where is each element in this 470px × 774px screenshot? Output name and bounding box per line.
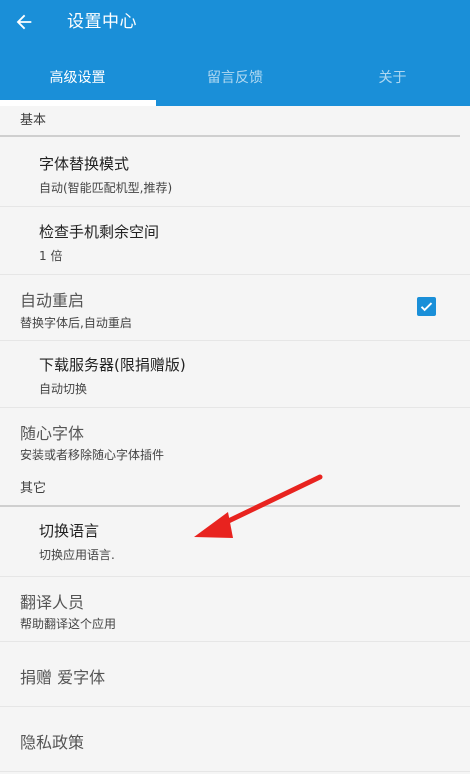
tab-advanced-settings[interactable]: 高级设置 — [0, 58, 155, 106]
setting-auto-reboot[interactable]: 自动重启 替换字体后,自动重启 — [0, 275, 470, 341]
setting-title: 切换语言 — [39, 522, 100, 540]
section-header-basic: 基本 — [0, 106, 460, 137]
app-bar: 设置中心 高级设置 留言反馈 关于 — [0, 0, 470, 106]
page-title: 设置中心 — [67, 12, 137, 32]
arrow-left-icon — [16, 14, 32, 30]
setting-subtitle: 替换字体后,自动重启 — [20, 316, 132, 330]
auto-reboot-checkbox[interactable] — [417, 297, 436, 316]
setting-donate[interactable]: 捐赠 爱字体 — [0, 642, 470, 707]
setting-subtitle: 帮助翻译这个应用 — [20, 617, 117, 631]
settings-list: 基本 字体替换模式 自动(智能匹配机型,推荐) 检查手机剩余空间 1 倍 自动重… — [0, 106, 470, 772]
setting-subtitle: 切换应用语言. — [39, 548, 115, 562]
setting-title: 字体替换模式 — [39, 155, 130, 173]
setting-title: 随心字体 — [20, 424, 85, 443]
setting-download-server[interactable]: 下载服务器(限捐赠版) 自动切换 — [0, 341, 470, 408]
setting-title: 下载服务器(限捐赠版) — [39, 356, 186, 374]
setting-subtitle: 自动切换 — [39, 382, 88, 396]
tab-feedback[interactable]: 留言反馈 — [155, 58, 315, 106]
check-icon — [420, 302, 433, 312]
back-button[interactable] — [10, 8, 38, 36]
setting-random-font[interactable]: 随心字体 安装或者移除随心字体插件 — [0, 408, 470, 474]
setting-title: 自动重启 — [20, 291, 85, 310]
setting-privacy-policy[interactable]: 隐私政策 — [0, 707, 470, 772]
setting-check-storage[interactable]: 检查手机剩余空间 1 倍 — [0, 207, 470, 275]
setting-subtitle: 自动(智能匹配机型,推荐) — [39, 181, 173, 195]
section-header-other: 其它 — [0, 474, 460, 507]
setting-title: 隐私政策 — [20, 733, 85, 752]
setting-title: 捐赠 爱字体 — [20, 668, 106, 687]
setting-subtitle: 安装或者移除随心字体插件 — [20, 448, 165, 462]
tab-bar: 高级设置 留言反馈 关于 — [0, 58, 470, 106]
setting-translators[interactable]: 翻译人员 帮助翻译这个应用 — [0, 577, 470, 642]
setting-font-replace-mode[interactable]: 字体替换模式 自动(智能匹配机型,推荐) — [0, 137, 470, 207]
setting-title: 翻译人员 — [20, 593, 85, 612]
setting-subtitle: 1 倍 — [39, 249, 63, 263]
tab-about[interactable]: 关于 — [315, 58, 470, 106]
setting-switch-language[interactable]: 切换语言 切换应用语言. — [0, 507, 470, 577]
setting-title: 检查手机剩余空间 — [39, 223, 160, 241]
